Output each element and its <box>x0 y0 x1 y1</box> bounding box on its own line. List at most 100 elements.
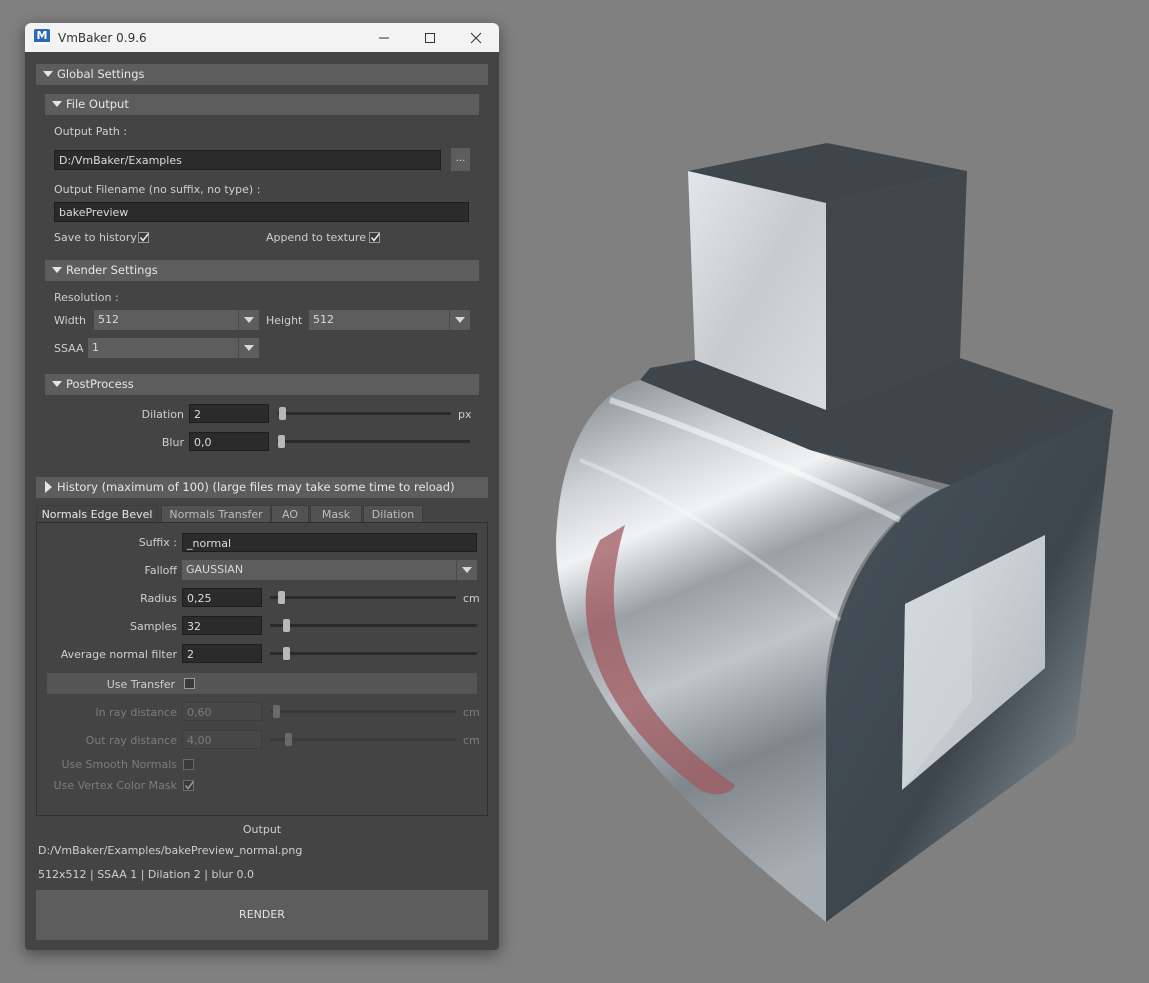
collapsed-triangle-icon <box>45 481 52 493</box>
expanded-triangle-icon <box>52 267 62 273</box>
radius-slider[interactable] <box>270 596 456 599</box>
average-normal-filter-input[interactable]: 2 <box>182 644 262 663</box>
dilation-slider-handle[interactable] <box>279 407 286 420</box>
average-normal-filter-label: Average normal filter <box>60 648 177 661</box>
use-smooth-normals-label: Use Smooth Normals <box>61 758 177 771</box>
vmbaker-window: M VmBaker 0.9.6 Global Settings File Out… <box>25 23 499 950</box>
global-settings-header[interactable]: Global Settings <box>36 64 488 85</box>
checkmark-icon <box>184 781 195 790</box>
in-ray-distance-label: In ray distance <box>95 706 177 719</box>
radius-slider-handle[interactable] <box>278 591 285 604</box>
samples-input[interactable]: 32 <box>182 616 262 635</box>
output-heading: Output <box>242 823 282 836</box>
height-dropdown[interactable]: 512 <box>309 310 470 330</box>
radius-unit: cm <box>463 592 480 605</box>
use-smooth-normals-checkbox[interactable] <box>183 759 194 770</box>
tab-dilation[interactable]: Dilation <box>363 505 423 523</box>
expanded-triangle-icon <box>43 71 53 77</box>
expanded-triangle-icon <box>52 101 62 107</box>
use-vertex-color-mask-checkbox[interactable] <box>183 780 195 791</box>
blur-slider[interactable] <box>277 440 470 443</box>
dilation-unit: px <box>458 408 472 421</box>
width-value: 512 <box>98 313 119 326</box>
width-label: Width <box>54 314 86 327</box>
width-dropdown[interactable]: 512 <box>94 310 259 330</box>
use-transfer-checkbox[interactable] <box>184 678 195 689</box>
browse-button[interactable]: ... <box>451 148 470 171</box>
postprocess-label: PostProcess <box>66 377 134 391</box>
out-ray-distance-input[interactable]: 4,00 <box>182 730 262 749</box>
ssaa-label: SSAA <box>54 342 84 355</box>
output-filename-label: Output Filename (no suffix, no type) : <box>54 183 261 196</box>
minimize-icon <box>379 37 389 39</box>
use-vertex-color-mask-label: Use Vertex Color Mask <box>53 779 177 792</box>
window-title: VmBaker 0.9.6 <box>58 31 147 45</box>
file-output-header[interactable]: File Output <box>45 94 479 115</box>
dropdown-arrow <box>449 310 470 330</box>
radius-input[interactable]: 0,25 <box>182 588 262 607</box>
in-ray-distance-slider[interactable] <box>270 710 456 713</box>
average-normal-filter-slider-handle[interactable] <box>283 647 290 660</box>
tab-ao[interactable]: AO <box>271 505 309 523</box>
out-ray-distance-label: Out ray distance <box>85 734 177 747</box>
suffix-input[interactable]: _normal <box>182 533 477 552</box>
dilation-slider[interactable] <box>277 412 451 415</box>
output-summary-text: 512x512 | SSAA 1 | Dilation 2 | blur 0.0 <box>38 868 255 881</box>
chevron-down-icon <box>244 317 254 323</box>
render-settings-label: Render Settings <box>66 263 158 277</box>
use-transfer-label: Use Transfer <box>106 678 175 691</box>
in-ray-distance-slider-handle[interactable] <box>273 705 280 718</box>
output-path-text: D:/VmBaker/Examples/bakePreview_normal.p… <box>38 844 303 857</box>
save-history-label: Save to history <box>54 231 137 244</box>
falloff-label: Falloff <box>144 564 177 577</box>
dropdown-arrow <box>238 338 259 358</box>
ssaa-dropdown[interactable]: 1 <box>88 338 259 358</box>
dilation-label: Dilation <box>141 408 184 421</box>
global-settings-label: Global Settings <box>57 67 145 81</box>
out-ray-distance-slider[interactable] <box>270 738 456 741</box>
suffix-label: Suffix : <box>138 536 177 549</box>
output-path-input[interactable]: D:/VmBaker/Examples <box>54 150 441 170</box>
ssaa-value: 1 <box>92 341 99 354</box>
expanded-triangle-icon <box>52 381 62 387</box>
save-history-checkbox[interactable] <box>138 232 150 243</box>
dropdown-arrow <box>238 310 259 330</box>
title-bar[interactable]: M VmBaker 0.9.6 <box>25 23 499 52</box>
append-texture-label: Append to texture <box>266 231 366 244</box>
in-ray-distance-input[interactable]: 0,60 <box>182 702 262 721</box>
history-label: History (maximum of 100) (large files ma… <box>57 480 455 494</box>
render-button[interactable]: RENDER <box>36 890 488 940</box>
blur-label: Blur <box>161 436 184 449</box>
tab-mask[interactable]: Mask <box>310 505 362 523</box>
radius-label: Radius <box>140 592 177 605</box>
postprocess-header[interactable]: PostProcess <box>45 374 479 395</box>
checkmark-icon <box>139 233 150 242</box>
falloff-dropdown[interactable]: GAUSSIAN <box>182 560 477 580</box>
history-header[interactable]: History (maximum of 100) (large files ma… <box>36 477 488 498</box>
samples-slider[interactable] <box>270 624 477 627</box>
resolution-label: Resolution : <box>54 291 119 304</box>
falloff-value: GAUSSIAN <box>186 563 244 576</box>
maya-app-icon: M <box>34 29 50 45</box>
average-normal-filter-slider[interactable] <box>270 652 477 655</box>
maximize-button[interactable] <box>407 23 453 52</box>
in-ray-distance-unit: cm <box>463 706 480 719</box>
chevron-down-icon <box>455 317 465 323</box>
close-button[interactable] <box>453 23 499 52</box>
output-filename-input[interactable]: bakePreview <box>54 202 469 222</box>
dropdown-arrow <box>456 560 477 580</box>
tab-normals-transfer[interactable]: Normals Transfer <box>161 505 271 523</box>
out-ray-distance-slider-handle[interactable] <box>285 733 292 746</box>
out-ray-distance-unit: cm <box>463 734 480 747</box>
checkmark-icon <box>370 233 381 242</box>
minimize-button[interactable] <box>361 23 407 52</box>
samples-slider-handle[interactable] <box>283 619 290 632</box>
maximize-icon <box>425 33 435 43</box>
output-path-label: Output Path : <box>54 125 128 138</box>
dilation-input[interactable]: 2 <box>189 404 269 423</box>
render-settings-header[interactable]: Render Settings <box>45 260 479 281</box>
blur-input[interactable]: 0,0 <box>189 432 269 451</box>
append-texture-checkbox[interactable] <box>369 232 381 243</box>
blur-slider-handle[interactable] <box>278 435 285 448</box>
chevron-down-icon <box>244 345 254 351</box>
